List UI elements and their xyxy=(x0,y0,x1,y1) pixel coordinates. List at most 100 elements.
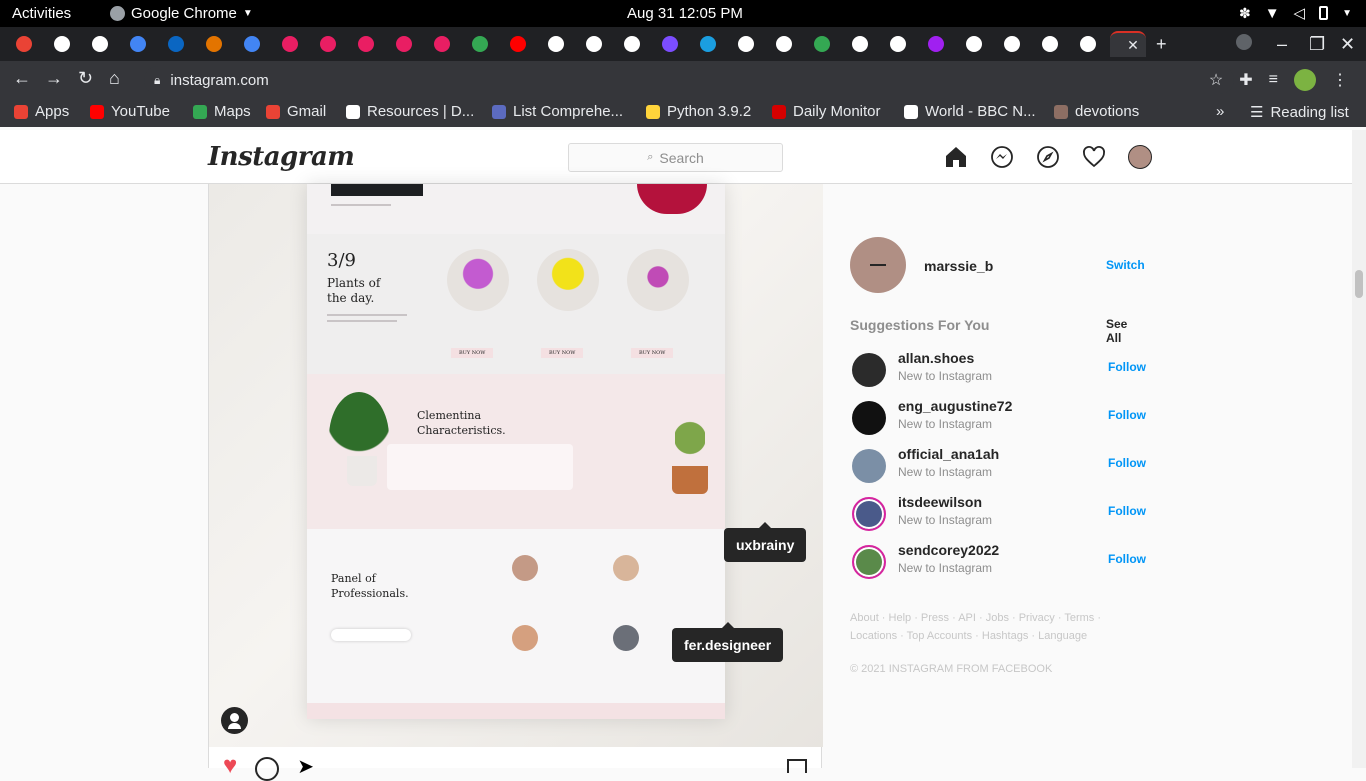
tab-search-icon[interactable] xyxy=(1236,34,1252,54)
browser-tab[interactable] xyxy=(237,31,267,57)
close-window-button[interactable]: ✕ xyxy=(1340,34,1355,54)
browser-tab[interactable] xyxy=(503,31,533,57)
user-tag[interactable]: fer.designeer xyxy=(672,622,784,662)
browser-tab[interactable] xyxy=(275,31,305,57)
bookmark-item[interactable]: YouTube xyxy=(90,103,170,120)
browser-tab[interactable] xyxy=(769,31,799,57)
follow-button[interactable]: Follow xyxy=(1108,408,1146,422)
browser-tab[interactable] xyxy=(997,31,1027,57)
switch-account-button[interactable]: Switch xyxy=(1106,258,1145,272)
media-icon[interactable]: ≡ xyxy=(1269,71,1278,89)
bookmark-item[interactable]: Maps xyxy=(193,103,251,120)
profile-avatar[interactable] xyxy=(1128,145,1152,169)
bookmarks-overflow-button[interactable]: » xyxy=(1216,103,1224,120)
reading-list-button[interactable]: ☰ Reading list xyxy=(1250,103,1349,122)
browser-tab[interactable] xyxy=(313,31,343,57)
bookmark-item[interactable]: Apps xyxy=(14,103,69,120)
see-all-link[interactable]: See All xyxy=(1106,317,1144,345)
bookmark-item[interactable]: devotions xyxy=(1054,103,1139,120)
tagged-users-icon[interactable] xyxy=(221,707,248,734)
app-menu[interactable]: Google Chrome ▼ xyxy=(110,5,253,22)
browser-tab[interactable] xyxy=(617,31,647,57)
follow-button[interactable]: Follow xyxy=(1108,456,1146,470)
footer-links[interactable]: About · Help · Press · API · Jobs · Priv… xyxy=(850,612,1101,624)
browser-tab[interactable] xyxy=(9,31,39,57)
profile-avatar[interactable] xyxy=(1294,69,1316,91)
browser-tab[interactable] xyxy=(199,31,229,57)
search-input[interactable]: ⌕ Search xyxy=(568,143,783,172)
reload-icon[interactable]: ↻ xyxy=(78,69,93,87)
suggestion-username[interactable]: sendcorey2022 xyxy=(898,542,999,558)
browser-tab[interactable] xyxy=(731,31,761,57)
close-tab-icon[interactable]: ✕ xyxy=(1127,37,1139,54)
bookmark-item[interactable]: Gmail xyxy=(266,103,326,120)
activity-heart-icon[interactable] xyxy=(1082,145,1106,169)
address-bar[interactable]: 🔒︎ instagram.com xyxy=(144,66,1234,94)
browser-tab[interactable] xyxy=(351,31,381,57)
forward-icon[interactable]: → xyxy=(45,69,63,87)
bookmark-item[interactable]: World - BBC N... xyxy=(904,103,1036,120)
suggestion-username[interactable]: eng_augustine72 xyxy=(898,398,1012,414)
bookmark-item[interactable]: Daily Monitor xyxy=(772,103,881,120)
activities-button[interactable]: Activities xyxy=(12,5,71,22)
browser-tab[interactable] xyxy=(693,31,723,57)
follow-button[interactable]: Follow xyxy=(1108,504,1146,518)
active-browser-tab[interactable]: ✕ xyxy=(1110,31,1146,57)
browser-tab[interactable] xyxy=(655,31,685,57)
slack-icon[interactable]: ✽ xyxy=(1239,5,1251,22)
suggestion-username[interactable]: official_ana1ah xyxy=(898,446,999,462)
home-icon[interactable] xyxy=(944,145,968,169)
share-icon[interactable]: ➤ xyxy=(297,757,314,781)
suggestion-username[interactable]: allan.shoes xyxy=(898,350,974,366)
browser-tab[interactable] xyxy=(427,31,457,57)
browser-tab[interactable] xyxy=(959,31,989,57)
back-icon[interactable]: ← xyxy=(13,69,31,87)
system-tray[interactable]: ✽ ▼ ◁ ▼ xyxy=(1239,4,1352,23)
browser-tab[interactable] xyxy=(161,31,191,57)
instagram-logo[interactable]: Instagram xyxy=(208,142,355,172)
extensions-icon[interactable]: ✚ xyxy=(1239,70,1252,90)
save-icon[interactable] xyxy=(787,759,807,773)
page-scrollbar[interactable] xyxy=(1352,130,1366,768)
messenger-icon[interactable] xyxy=(990,145,1014,169)
suggestion-avatar[interactable] xyxy=(852,545,886,579)
like-icon[interactable]: ♥ xyxy=(223,754,237,781)
browser-tab[interactable] xyxy=(47,31,77,57)
suggestion-avatar[interactable] xyxy=(852,497,886,531)
browser-tab[interactable] xyxy=(579,31,609,57)
bookmark-item[interactable]: List Comprehe... xyxy=(492,103,623,120)
comment-icon[interactable] xyxy=(255,757,280,781)
bookmark-item[interactable]: Python 3.9.2 xyxy=(646,103,751,120)
browser-tab[interactable] xyxy=(123,31,153,57)
clock[interactable]: Aug 31 12:05 PM xyxy=(627,5,743,22)
browser-tab[interactable] xyxy=(1035,31,1065,57)
new-tab-button[interactable]: + xyxy=(1156,34,1167,54)
browser-tab[interactable] xyxy=(845,31,875,57)
current-username[interactable]: marssie_b xyxy=(924,258,993,274)
browser-tab[interactable] xyxy=(85,31,115,57)
browser-tab[interactable] xyxy=(807,31,837,57)
post-image[interactable]: 3/9 Plants of the day. BUY NOW BUY NOW B… xyxy=(209,184,823,747)
maximize-button[interactable]: ❐ xyxy=(1309,34,1325,54)
suggestion-avatar[interactable] xyxy=(852,449,886,483)
browser-tab[interactable] xyxy=(389,31,419,57)
browser-tab[interactable] xyxy=(465,31,495,57)
suggestion-avatar[interactable] xyxy=(852,401,886,435)
user-avatar[interactable] xyxy=(850,237,906,293)
scrollbar-thumb[interactable] xyxy=(1355,270,1363,298)
follow-button[interactable]: Follow xyxy=(1108,360,1146,374)
bookmark-item[interactable]: Resources | D... xyxy=(346,103,474,120)
star-icon[interactable]: ☆ xyxy=(1209,70,1223,90)
suggestion-username[interactable]: itsdeewilson xyxy=(898,494,982,510)
user-tag[interactable]: uxbrainy xyxy=(724,522,807,562)
footer-links[interactable]: Locations · Top Accounts · Hashtags · La… xyxy=(850,630,1087,642)
explore-icon[interactable] xyxy=(1036,145,1060,169)
browser-tab[interactable] xyxy=(921,31,951,57)
follow-button[interactable]: Follow xyxy=(1108,552,1146,566)
suggestion-avatar[interactable] xyxy=(852,353,886,387)
browser-tab[interactable] xyxy=(1073,31,1103,57)
menu-icon[interactable]: ⋮ xyxy=(1332,70,1348,90)
browser-tab[interactable] xyxy=(883,31,913,57)
browser-tab[interactable] xyxy=(541,31,571,57)
home-icon[interactable]: ⌂ xyxy=(109,69,120,87)
